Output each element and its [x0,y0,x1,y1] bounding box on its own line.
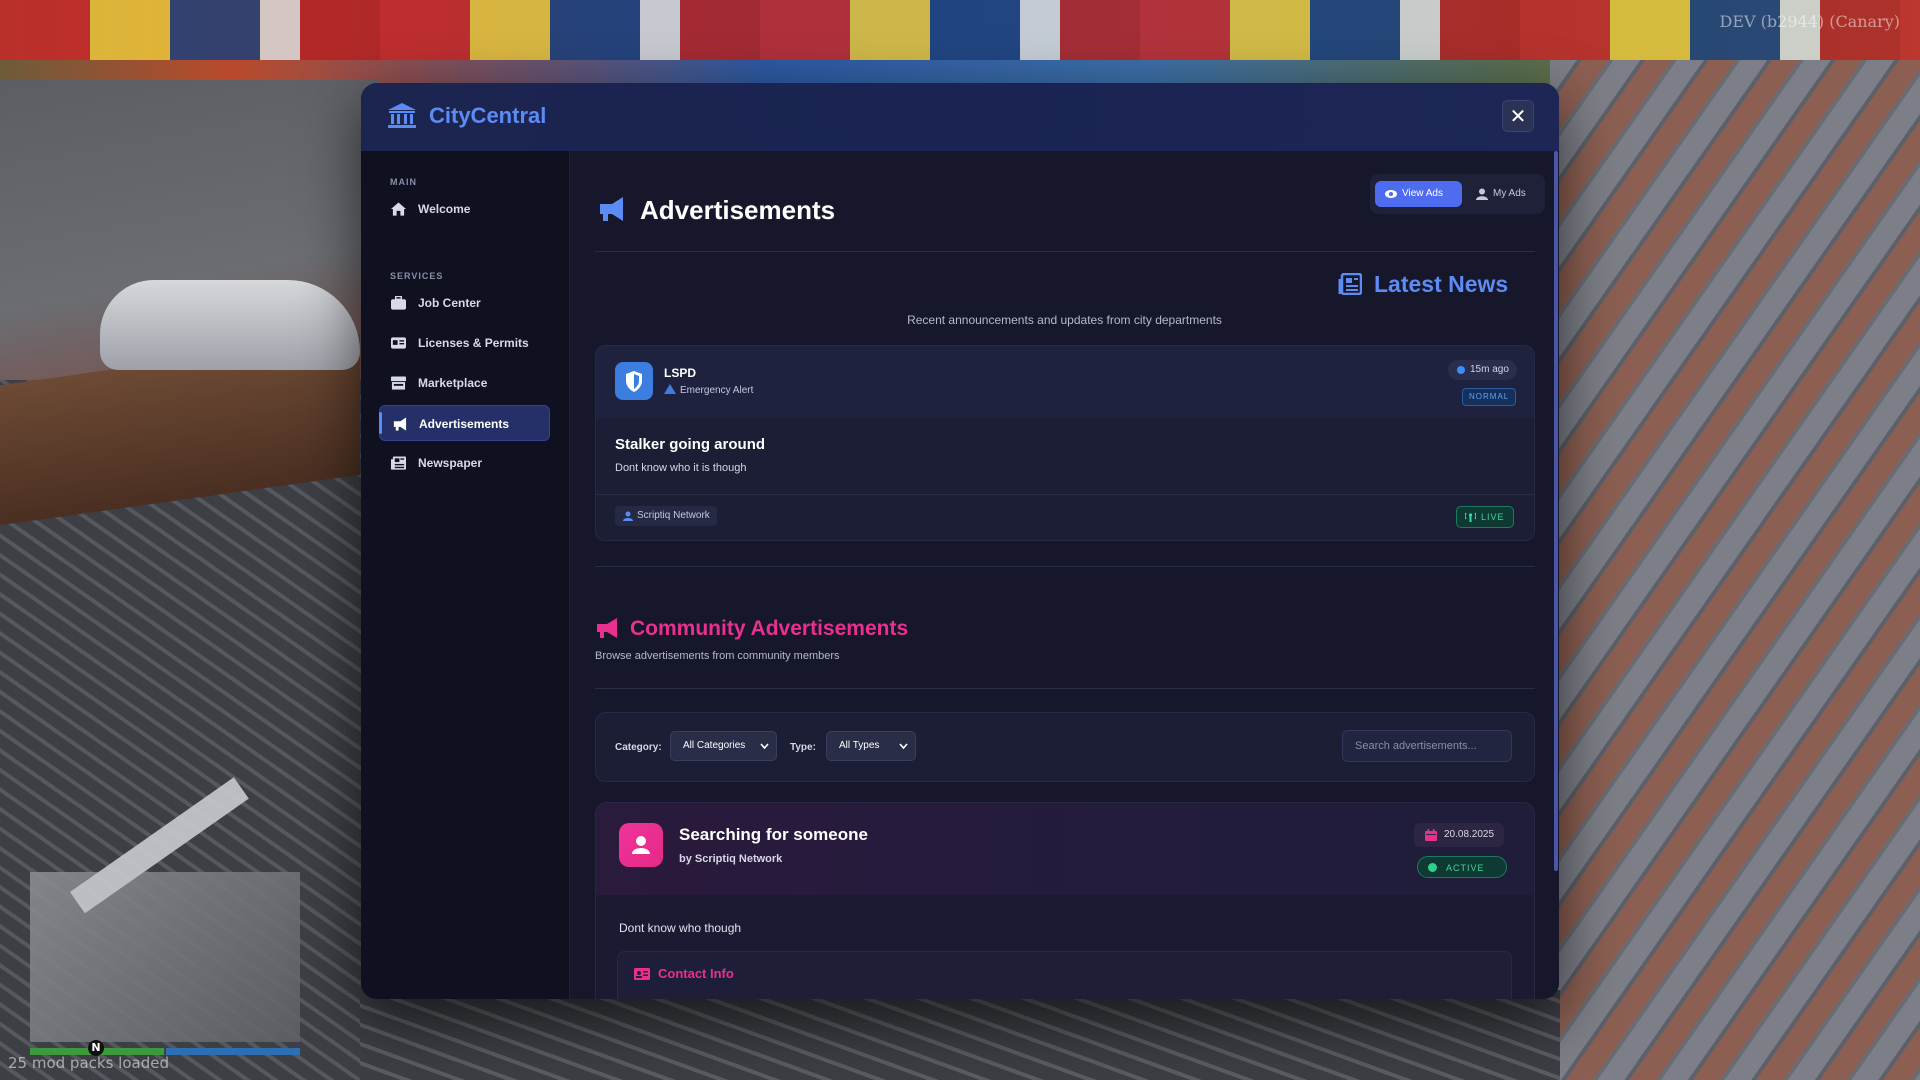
megaphone-icon [600,197,623,221]
sidebar-item-label: Licenses & Permits [418,336,529,350]
news-section-title: Latest News [1374,271,1509,297]
tiled-sidewalk [1550,60,1920,1080]
tab-label: My Ads [1493,188,1526,199]
cobblestone-ground [360,990,1560,1080]
sidebar-item-label: Advertisements [419,417,510,431]
category-select-value: All Categories [683,740,746,751]
billboards [0,0,1920,60]
sidebar-item-licenses[interactable]: Licenses & Permits [379,325,550,361]
author-name: Scriptiq Network [637,510,710,521]
ad-card[interactable]: Searching for someone by Scriptiq Networ… [595,802,1535,999]
sidebar-item-advertisements[interactable]: Advertisements [379,405,550,441]
broadcast-icon [1465,512,1476,522]
sidebar-item-marketplace[interactable]: Marketplace [379,365,550,401]
ad-description: Dont know who though [619,921,742,935]
contact-info-label: Contact Info [658,966,734,981]
id-card-icon [391,337,406,349]
page-title: Advertisements [640,195,836,225]
news-card[interactable]: LSPD Emergency Alert 15m ago NORMAL Stal… [595,345,1535,541]
category-label: Category: [615,742,662,753]
calendar-icon [1425,829,1437,841]
sidebar-item-label: Marketplace [418,376,488,390]
divider [595,688,1535,689]
sidebar: MAIN Welcome SERVICES Job Center License… [361,151,570,999]
filter-bar: Category: All Categories Type: All Types [595,712,1535,782]
newspaper-icon [391,456,406,470]
armor-bar [166,1048,300,1055]
megaphone-icon [393,417,407,431]
bank-icon [388,103,416,128]
close-icon: ✕ [1509,106,1527,128]
citycentral-window: CityCentral ✕ MAIN Welcome SERVICES Job … [361,83,1559,999]
close-button[interactable]: ✕ [1502,100,1534,132]
parked-car [100,280,360,370]
sidebar-item-newspaper[interactable]: Newspaper [379,445,550,481]
live-badge: LIVE [1456,506,1514,528]
view-tabs: View Ads My Ads [1370,174,1545,214]
user-icon [623,511,633,521]
chevron-down-icon [899,743,908,750]
news-body: Dont know who it is though [615,462,747,474]
ad-date: 20.08.2025 [1444,829,1495,840]
tab-view-ads[interactable]: View Ads [1375,181,1462,207]
priority-badge: NORMAL [1462,388,1517,406]
news-type-label: Emergency Alert [680,385,754,396]
status-badge: ACTIVE [1417,856,1507,878]
contact-info-panel[interactable]: Contact Info [617,951,1512,999]
scrollbar[interactable] [1554,151,1558,871]
chevron-down-icon [760,743,769,750]
news-section-subtitle: Recent announcements and updates from ci… [907,313,1222,327]
sidebar-item-label: Newspaper [418,456,483,470]
sidebar-item-job-center[interactable]: Job Center [379,285,550,321]
warning-icon [664,384,676,394]
main-content[interactable]: Advertisements View Ads My Ads Latest Ne… [570,151,1559,999]
home-icon [391,202,406,216]
type-select[interactable]: All Types [826,731,916,761]
sidebar-item-label: Job Center [418,296,481,310]
ad-date-badge: 20.08.2025 [1414,823,1505,847]
newspaper-icon [1338,273,1362,295]
divider [595,251,1535,252]
store-icon [391,376,406,390]
briefcase-icon [391,296,406,310]
news-org: LSPD [664,366,697,380]
tab-label: View Ads [1402,188,1443,199]
news-type: Emergency Alert [664,384,753,396]
ad-card-header [596,803,1534,895]
type-select-value: All Types [839,740,880,751]
user-avatar-icon [619,823,663,867]
sidebar-item-label: Welcome [418,202,471,216]
eye-icon [1385,190,1397,198]
sidebar-section-services: SERVICES [390,271,444,281]
community-section-subtitle: Browse advertisements from community mem… [595,650,840,662]
category-select[interactable]: All Categories [670,731,777,761]
ad-title: Searching for someone [679,825,868,844]
type-label: Type: [790,742,816,753]
live-label: LIVE [1481,512,1505,522]
ad-author: by Scriptiq Network [679,853,783,865]
divider [595,566,1535,567]
sidebar-section-main: MAIN [390,177,417,187]
news-title: Stalker going around [615,436,766,453]
mod-status-text: 25 mod packs loaded [8,1054,169,1072]
news-card-header [596,346,1534,418]
contact-card-icon [634,968,650,980]
sidebar-item-welcome[interactable]: Welcome [379,191,550,227]
search-input[interactable] [1342,730,1512,762]
user-icon [1476,188,1488,200]
community-section-title: Community Advertisements [630,617,909,640]
divider [596,494,1534,495]
news-timestamp: 15m ago [1448,360,1517,380]
app-title: CityCentral [429,103,547,128]
minimap [30,872,300,1042]
tab-my-ads[interactable]: My Ads [1466,181,1540,207]
build-label: DEV (b2944) (Canary) [1719,12,1900,31]
author-badge: Scriptiq Network [615,506,717,526]
shield-icon [615,362,653,400]
window-header: CityCentral ✕ [361,83,1559,152]
status-label: ACTIVE [1446,863,1485,873]
megaphone-icon [597,618,617,638]
